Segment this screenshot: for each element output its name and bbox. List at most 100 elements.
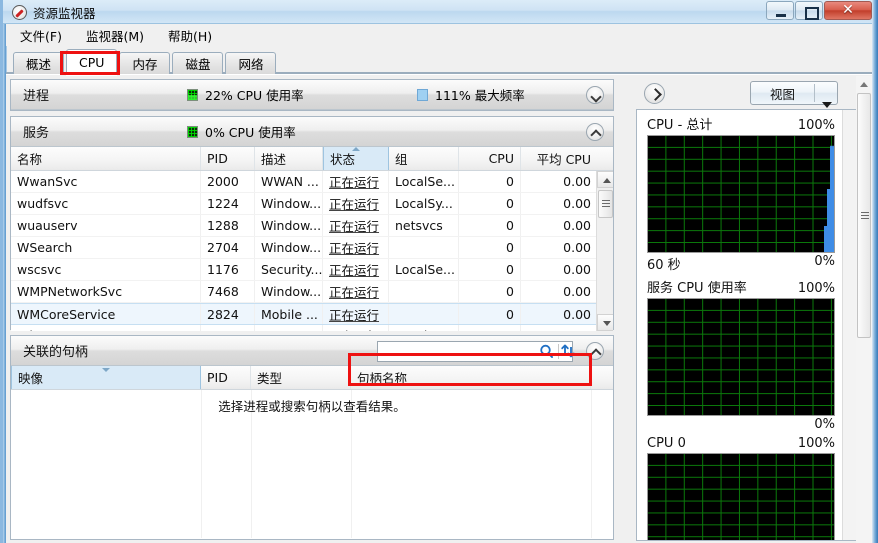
- cell-cpu: 0: [459, 304, 521, 324]
- handles-panel-header[interactable]: 关联的句柄: [11, 336, 613, 366]
- table-row[interactable]: WMCoreService2824Mobile ...正在运行00.00: [11, 303, 613, 325]
- tab-network[interactable]: 网络: [225, 52, 276, 74]
- screen: Windows 任务管理器 资源监视器 文件(F) 监视器(M) 帮助(H) 概…: [0, 0, 878, 543]
- table-row[interactable]: wuauserv1288Window...正在运行netsvcs00.00: [11, 215, 613, 237]
- services-scrollbar[interactable]: [596, 171, 613, 331]
- handle-search-box[interactable]: [377, 341, 573, 362]
- services-panel-title: 服务: [23, 122, 49, 141]
- close-button[interactable]: [824, 1, 872, 20]
- handles-panel-title: 关联的句柄: [23, 341, 88, 360]
- graph-canvas: [647, 298, 835, 416]
- column-header-status-label: 状态: [330, 149, 355, 168]
- view-button-divider: [814, 84, 815, 102]
- column-header-type[interactable]: 类型: [251, 366, 351, 389]
- menu-item-help[interactable]: 帮助(H): [166, 25, 214, 46]
- column-header-cpu[interactable]: CPU: [459, 147, 521, 170]
- graph-block: CPU 0100%: [637, 432, 859, 541]
- services-scrollbar-thumb[interactable]: [598, 190, 613, 218]
- cpu-usage-graph-icon: [187, 89, 198, 101]
- table-row[interactable]: WwanSvc2000WWAN ...正在运行LocalSe...00.00: [11, 171, 613, 193]
- left-column: 进程 22% CPU 使用率 111% 最大频率: [10, 79, 614, 541]
- minimize-button[interactable]: [766, 1, 794, 20]
- column-header-avg-cpu[interactable]: 平均 CPU: [521, 147, 597, 170]
- cell-cpu: 0: [459, 259, 521, 280]
- handles-table-body: 选择进程或搜索句柄以查看结果。: [11, 390, 613, 538]
- column-header-image[interactable]: 映像: [11, 366, 201, 389]
- menu-item-monitor[interactable]: 监视器(M): [84, 25, 146, 46]
- column-header-handles-spacer: [591, 366, 613, 389]
- table-row[interactable]: wudfsvc1224Window...正在运行LocalSy...00.00: [11, 193, 613, 215]
- services-collapse-chevron-up-icon[interactable]: [586, 123, 604, 141]
- graph-block: CPU - 总计100% 60 秒0%: [637, 110, 859, 273]
- graph-title: 服务 CPU 使用率: [647, 277, 747, 296]
- graph-header: CPU 0100%: [647, 436, 849, 451]
- scroll-up-icon[interactable]: [597, 171, 613, 188]
- graphs-toolbar: 视图: [636, 79, 860, 109]
- column-header-description[interactable]: 描述: [255, 147, 323, 170]
- cell-status: 正在运行: [323, 171, 389, 192]
- cell-group: [389, 304, 459, 324]
- cell-group: LocalSy...: [389, 193, 459, 214]
- cell-cpu: 0: [459, 193, 521, 214]
- maximize-button[interactable]: [795, 1, 823, 20]
- handles-collapse-chevron-up-icon[interactable]: [586, 342, 604, 360]
- cell-avg-cpu: 0.00: [521, 237, 597, 258]
- view-button[interactable]: 视图: [750, 81, 838, 105]
- services-table-body: WwanSvc2000WWAN ...正在运行LocalSe...00.00wu…: [11, 171, 613, 331]
- tab-memory[interactable]: 内存: [119, 52, 170, 74]
- cell-group: netsvcs: [389, 215, 459, 236]
- title-bar-left: 资源监视器: [12, 3, 96, 22]
- cell-cpu: 0: [459, 171, 521, 192]
- graphs-scrollbar[interactable]: [856, 76, 873, 543]
- window-right-edge: [872, 0, 878, 543]
- cell-description: Window...: [255, 215, 323, 236]
- cell-pid: 2824: [201, 304, 255, 324]
- processes-panel-header[interactable]: 进程 22% CPU 使用率 111% 最大频率: [11, 80, 613, 110]
- table-row[interactable]: WMPNetworkSvc7468Window...正在运行00.00: [11, 281, 613, 303]
- column-header-status[interactable]: 状态: [323, 147, 389, 170]
- graphs-panel: CPU - 总计100%60 秒0%服务 CPU 使用率100%0%CPU 01…: [636, 109, 860, 541]
- table-row[interactable]: wscsvc1176Security...正在运行LocalSe...00.00: [11, 259, 613, 281]
- tab-cpu[interactable]: CPU: [66, 49, 117, 74]
- title-bar[interactable]: 资源监视器: [3, 0, 875, 24]
- services-panel-header[interactable]: 服务 0% CPU 使用率: [11, 117, 613, 147]
- services-table: 名称 PID 描述 状态 组 CPU 平均 CPU: [11, 147, 613, 331]
- back-icon[interactable]: [644, 83, 665, 104]
- cell-pid: 2704: [201, 237, 255, 258]
- cell-cpu: 0: [459, 215, 521, 236]
- scroll-down-icon[interactable]: [597, 314, 613, 331]
- menu-item-file[interactable]: 文件(F): [18, 25, 64, 46]
- tab-disk[interactable]: 磁盘: [172, 52, 223, 74]
- graphs-scroll-up-icon[interactable]: [856, 76, 872, 91]
- table-row[interactable]: WSearch2704Window...正在运行00.00: [11, 237, 613, 259]
- cell-name: WSearch: [11, 237, 201, 258]
- column-header-image-label: 映像: [18, 368, 43, 387]
- processes-expand-chevron-down-icon[interactable]: [586, 86, 604, 104]
- column-header-name[interactable]: 名称: [11, 147, 201, 170]
- window-title: 资源监视器: [33, 3, 96, 22]
- cell-avg-cpu: 0.00: [521, 171, 597, 192]
- services-panel: 服务 0% CPU 使用率 名称 PID 描述: [10, 116, 614, 330]
- cell-description: Mobile ...: [255, 304, 323, 324]
- processes-panel: 进程 22% CPU 使用率 111% 最大频率: [10, 79, 614, 111]
- search-icon[interactable]: [536, 342, 558, 361]
- cell-avg-cpu: 0.00: [521, 259, 597, 280]
- column-header-group[interactable]: 组: [389, 147, 459, 170]
- graph-header: CPU - 总计100%: [647, 114, 849, 133]
- cell-name: Wlansvc: [11, 325, 201, 331]
- column-header-pid[interactable]: PID: [201, 147, 255, 170]
- handle-search-input[interactable]: [378, 343, 536, 360]
- refresh-icon[interactable]: [559, 342, 581, 361]
- graphs-scrollbar-thumb[interactable]: [857, 93, 871, 338]
- column-header-handle-name[interactable]: 句柄名称: [351, 366, 591, 389]
- column-header-handles-pid[interactable]: PID: [201, 366, 251, 389]
- graphs-column: 视图 CPU - 总计100%60 秒0%服务 CPU 使用率100%0%CPU…: [636, 79, 860, 541]
- graph-min-label: 0%: [814, 254, 835, 273]
- tab-overview[interactable]: 概述: [13, 52, 64, 74]
- graph-footer: 60 秒0%: [647, 254, 849, 273]
- graph-header: 服务 CPU 使用率100%: [647, 277, 849, 296]
- table-row[interactable]: Wlansvc1224WLAN A...正在运行LocalSy...00.00: [11, 325, 613, 331]
- cell-name: wudfsvc: [11, 193, 201, 214]
- graph-block: 服务 CPU 使用率100%0%: [637, 273, 859, 432]
- cell-description: Window...: [255, 193, 323, 214]
